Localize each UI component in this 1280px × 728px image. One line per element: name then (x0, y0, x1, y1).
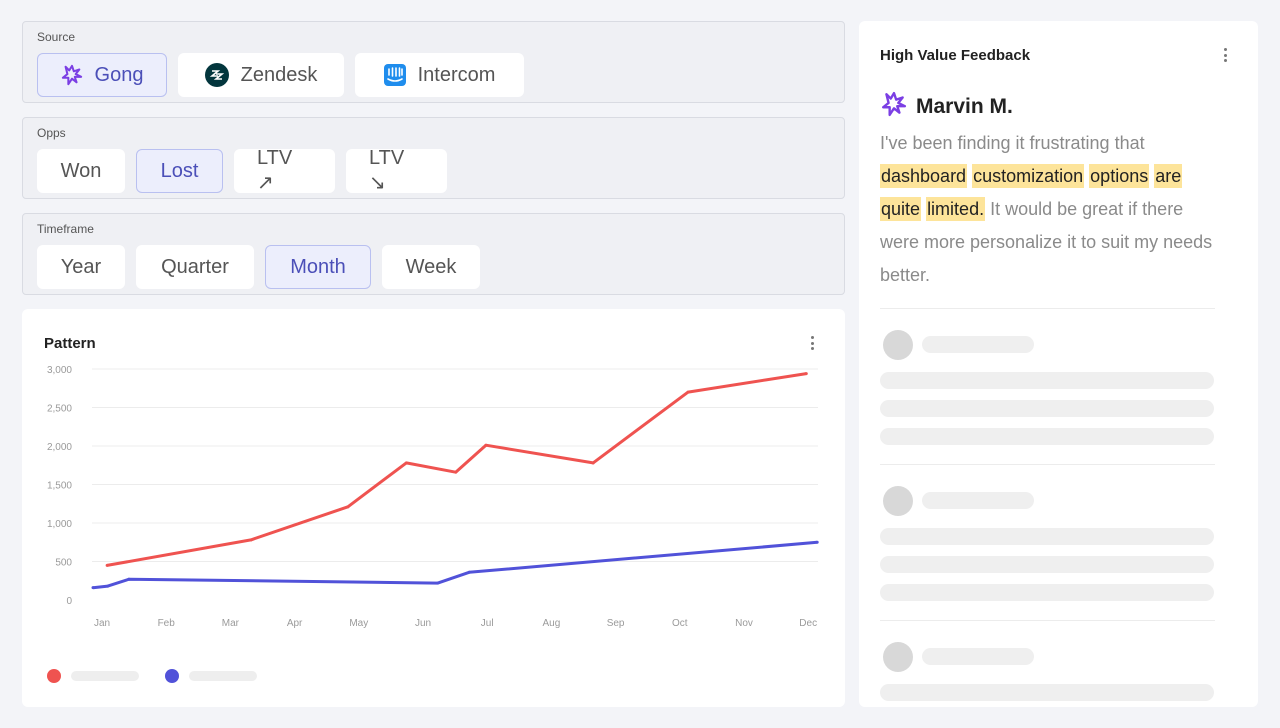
skeleton-name (922, 336, 1034, 353)
y-tick-label: 0 (66, 596, 72, 607)
legend-item-blue-series[interactable] (165, 669, 257, 683)
skeleton-avatar (883, 486, 913, 516)
x-tick-label: May (349, 618, 368, 629)
legend-label-placeholder (71, 671, 139, 681)
x-tick-label: Feb (158, 618, 176, 629)
legend-item-red-series[interactable] (47, 669, 139, 683)
y-tick-label: 2,000 (47, 442, 72, 453)
source-chip-intercom[interactable]: Intercom (355, 53, 524, 97)
pattern-chart-card: Pattern 0 500 1,000 1,500 2,000 2,500 3,000 Ja… (22, 309, 845, 707)
opps-chip-won[interactable]: Won (37, 149, 125, 193)
source-chip-intercom-label: Intercom (417, 63, 496, 86)
y-tick-label: 1,000 (47, 519, 72, 530)
data-point[interactable] (815, 540, 819, 544)
data-point[interactable] (91, 586, 95, 590)
y-tick-label: 1,500 (47, 481, 72, 492)
gong-icon (61, 64, 83, 86)
source-chip-zendesk[interactable]: Zendesk (178, 53, 344, 97)
timeframe-filter-group: Timeframe Year Quarter Month Week (22, 213, 845, 295)
timeframe-chip-week[interactable]: Week (382, 245, 480, 289)
data-point[interactable] (454, 470, 458, 474)
data-point[interactable] (804, 372, 808, 376)
pattern-line-chart: 0 500 1,000 1,500 2,000 2,500 3,000 Jan Feb Mar A… (47, 365, 819, 629)
feedback-author-name: Marvin M. (916, 94, 1013, 118)
legend-label-placeholder (189, 671, 257, 681)
divider (880, 620, 1215, 621)
opps-filter-group: Opps Won Lost LTV ↗ LTV ↘ (22, 117, 845, 199)
zendesk-icon (204, 63, 229, 87)
legend-dot-blue (165, 669, 179, 683)
data-point[interactable] (484, 443, 488, 447)
x-tick-label: Nov (735, 618, 753, 629)
data-point[interactable] (467, 570, 471, 574)
timeframe-filter-label: Timeframe (37, 222, 94, 236)
feedback-author: Marvin M. (881, 91, 1013, 122)
data-point[interactable] (346, 505, 350, 509)
timeframe-chip-month[interactable]: Month (265, 245, 371, 289)
gong-icon (881, 91, 907, 122)
x-tick-label: Oct (672, 618, 688, 629)
highlighted-phrase: are (1154, 164, 1183, 188)
timeframe-chip-year[interactable]: Year (37, 245, 125, 289)
x-tick-label: Mar (222, 618, 240, 629)
quote-text: I've been finding it frustrating that (880, 133, 1145, 153)
highlighted-phrase: quite (880, 197, 922, 221)
skeleton-avatar (883, 330, 913, 360)
highlighted-phrase: limited. (926, 197, 986, 221)
source-filter-group: Source Gong Zendesk Intercom (22, 21, 845, 103)
opps-filter-label: Opps (37, 126, 66, 140)
timeframe-chip-quarter[interactable]: Quarter (136, 245, 254, 289)
chart-legend (47, 669, 283, 683)
opps-chip-ltv-down[interactable]: LTV ↘ (346, 147, 447, 194)
skeleton-line (880, 584, 1214, 601)
data-point[interactable] (106, 584, 110, 588)
x-tick-label: Jul (481, 618, 494, 629)
skeleton-line (880, 400, 1214, 417)
feedback-card-title: High Value Feedback (880, 47, 1031, 64)
data-point[interactable] (404, 461, 408, 465)
data-point[interactable] (591, 461, 595, 465)
source-chip-gong[interactable]: Gong (37, 53, 167, 97)
highlighted-phrase: dashboard (880, 164, 968, 188)
skeleton-name (922, 492, 1034, 509)
y-tick-label: 3,000 (47, 365, 72, 376)
feedback-kebab-menu-icon[interactable] (1219, 46, 1231, 64)
source-filter-label: Source (37, 30, 76, 44)
intercom-icon (383, 64, 406, 86)
series-line-red[interactable] (106, 372, 807, 567)
x-tick-label: Jan (94, 618, 110, 629)
x-tick-label: Apr (287, 618, 303, 629)
data-point[interactable] (249, 538, 253, 542)
data-point[interactable] (686, 390, 690, 394)
high-value-feedback-card: High Value Feedback Marvin M. I've been … (859, 21, 1258, 707)
divider (880, 464, 1215, 465)
opps-chip-ltv-up[interactable]: LTV ↗ (234, 147, 335, 194)
skeleton-line (880, 684, 1214, 701)
x-tick-label: Dec (799, 618, 817, 629)
y-tick-label: 500 (55, 558, 72, 569)
highlighted-phrase: customization (972, 164, 1085, 188)
skeleton-line (880, 528, 1214, 545)
x-tick-label: Sep (607, 618, 625, 629)
legend-dot-red (47, 669, 61, 683)
source-chip-gong-label: Gong (94, 63, 144, 86)
opps-chip-lost[interactable]: Lost (136, 149, 223, 193)
skeleton-avatar (883, 642, 913, 672)
source-chip-zendesk-label: Zendesk (240, 63, 318, 86)
data-point[interactable] (105, 563, 109, 567)
skeleton-line (880, 428, 1214, 445)
skeleton-line (880, 372, 1214, 389)
y-tick-label: 2,500 (47, 404, 72, 415)
highlighted-phrase: options (1089, 164, 1150, 188)
data-point[interactable] (127, 577, 131, 581)
skeleton-line (880, 556, 1214, 573)
feedback-quote: I've been finding it frustrating that da… (880, 127, 1220, 292)
skeleton-name (922, 648, 1034, 665)
data-point[interactable] (436, 581, 440, 585)
x-tick-label: Jun (415, 618, 431, 629)
x-tick-label: Aug (543, 618, 561, 629)
divider (880, 308, 1215, 309)
